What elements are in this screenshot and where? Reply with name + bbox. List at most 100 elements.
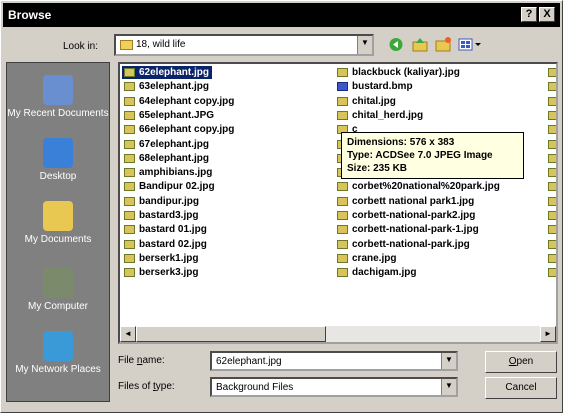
file-item[interactable]: 64elephant copy.jpg: [122, 95, 237, 108]
file-name: 68elephant.jpg: [139, 152, 210, 164]
file-item[interactable]: crane.jpg: [335, 252, 399, 265]
jpg-file-icon[interactable]: [548, 96, 556, 106]
jpg-file-icon: [124, 239, 135, 249]
place-my-documents[interactable]: My Documents: [7, 201, 109, 245]
jpg-file-icon[interactable]: [548, 182, 556, 192]
my-documents-icon: [43, 201, 73, 231]
file-item[interactable]: Bandipur 02.jpg: [122, 180, 218, 193]
up-folder-icon[interactable]: [411, 36, 429, 53]
file-item[interactable]: chital.jpg: [335, 95, 399, 108]
place-network-places[interactable]: My Network Places: [7, 331, 109, 375]
look-in-combo[interactable]: 18, wild life ▼: [114, 34, 374, 56]
file-item[interactable]: corbett national park1.jpg: [335, 195, 477, 208]
recent-documents-icon: [43, 75, 73, 105]
place-my-computer[interactable]: My Computer: [7, 268, 109, 312]
jpg-file-icon: [124, 268, 135, 278]
back-icon[interactable]: [387, 36, 405, 53]
jpg-file-icon[interactable]: [548, 153, 556, 163]
chevron-down-icon[interactable]: ▼: [357, 36, 372, 54]
jpg-file-icon: [337, 268, 348, 278]
jpg-file-icon[interactable]: [548, 253, 556, 263]
file-name: berserk3.jpg: [139, 267, 199, 279]
jpg-file-icon: [124, 225, 135, 235]
help-button[interactable]: ?: [521, 7, 537, 22]
jpg-file-icon: [124, 196, 135, 206]
jpg-file-icon: [337, 253, 348, 263]
views-menu-icon[interactable]: [457, 36, 483, 53]
file-name: 64elephant copy.jpg: [139, 95, 235, 107]
jpg-file-icon: [124, 68, 135, 77]
scroll-right-button[interactable]: ►: [540, 326, 556, 342]
jpg-file-icon[interactable]: [548, 196, 556, 206]
file-name: corbet%20national%20park.jpg: [352, 181, 500, 193]
file-type-combo[interactable]: Background Files ▼: [210, 377, 458, 397]
jpg-file-icon: [124, 253, 135, 263]
file-name: bastard 01.jpg: [139, 224, 207, 236]
chevron-down-icon[interactable]: ▼: [441, 379, 456, 395]
cancel-button[interactable]: Cancel: [485, 377, 557, 399]
file-item[interactable]: bustard.bmp: [335, 80, 416, 93]
jpg-file-icon: [124, 139, 135, 149]
file-item[interactable]: corbet%20national%20park.jpg: [335, 180, 503, 193]
scroll-left-button[interactable]: ◄: [120, 326, 136, 342]
file-item[interactable]: blackbuck (kaliyar).jpg: [335, 66, 463, 79]
jpg-file-icon: [124, 182, 135, 192]
new-folder-icon[interactable]: [434, 36, 452, 53]
file-item[interactable]: bastard 02.jpg: [122, 238, 210, 251]
jpg-file-icon[interactable]: [548, 225, 556, 235]
close-button[interactable]: X: [539, 7, 555, 22]
file-name: bastard 02.jpg: [139, 238, 207, 250]
place-desktop[interactable]: Desktop: [7, 138, 109, 182]
file-name: 67elephant.jpg: [139, 138, 210, 150]
jpg-file-icon[interactable]: [548, 68, 556, 77]
jpg-file-icon[interactable]: [548, 268, 556, 278]
file-item[interactable]: 62elephant.jpg: [122, 66, 213, 79]
jpg-file-icon[interactable]: [548, 125, 556, 135]
horizontal-scrollbar[interactable]: ◄ ►: [120, 326, 556, 342]
file-item[interactable]: amphibians.jpg: [122, 166, 215, 179]
jpg-file-icon: [124, 82, 135, 92]
jpg-file-icon[interactable]: [548, 168, 556, 178]
jpg-file-icon[interactable]: [548, 110, 556, 120]
jpg-file-icon[interactable]: [548, 211, 556, 220]
file-name: bandipur.jpg: [139, 195, 199, 207]
file-name-input[interactable]: 62elephant.jpg ▼: [210, 351, 458, 371]
file-item[interactable]: 66elephant copy.jpg: [122, 123, 237, 136]
file-name: corbett-national-park-1.jpg: [352, 224, 479, 236]
jpg-file-icon: [124, 153, 135, 163]
file-item[interactable]: dachigam.jpg: [335, 266, 419, 279]
bmp-file-icon: [337, 82, 348, 92]
file-name: corbett national park1.jpg: [352, 195, 475, 207]
places-bar: My Recent Documents Desktop My Documents…: [6, 62, 110, 402]
tooltip-type: Type: ACDSee 7.0 JPEG Image: [347, 150, 493, 161]
file-item[interactable]: 68elephant.jpg: [122, 152, 212, 165]
file-item[interactable]: berserk3.jpg: [122, 266, 201, 279]
title-bar[interactable]: Browse ? X: [3, 3, 560, 27]
file-info-tooltip: Dimensions: 576 x 383 Type: ACDSee 7.0 J…: [341, 132, 524, 179]
jpg-file-icon: [337, 110, 348, 120]
file-name: crane.jpg: [352, 252, 397, 264]
file-name: blackbuck (kaliyar).jpg: [352, 67, 460, 78]
jpg-file-icon[interactable]: [548, 82, 556, 92]
file-item[interactable]: berserk1.jpg: [122, 252, 201, 265]
file-item[interactable]: corbett-national-park.jpg: [335, 238, 473, 251]
file-item[interactable]: corbett-national-park2.jpg: [335, 209, 478, 222]
place-label: My Network Places: [15, 364, 101, 375]
file-list[interactable]: 62elephant.jpg 63elephant.jpg 64elephant c…: [118, 62, 558, 344]
my-computer-icon: [43, 268, 73, 298]
file-item[interactable]: 65elephant.JPG: [122, 109, 217, 122]
file-item[interactable]: chital_herd.jpg: [335, 109, 426, 122]
file-item[interactable]: corbett-national-park-1.jpg: [335, 223, 482, 236]
open-button[interactable]: Open: [485, 351, 557, 373]
file-item[interactable]: bastard3.jpg: [122, 209, 201, 222]
file-item[interactable]: 63elephant.jpg: [122, 80, 212, 93]
jpg-file-icon[interactable]: [548, 139, 556, 149]
jpg-file-icon: [124, 96, 135, 106]
file-item[interactable]: bastard 01.jpg: [122, 223, 210, 236]
chevron-down-icon[interactable]: ▼: [441, 353, 456, 369]
jpg-file-icon[interactable]: [548, 239, 556, 249]
file-item[interactable]: bandipur.jpg: [122, 195, 202, 208]
scroll-thumb[interactable]: [136, 326, 326, 342]
place-recent-documents[interactable]: My Recent Documents: [7, 75, 109, 119]
file-item[interactable]: 67elephant.jpg: [122, 138, 212, 151]
